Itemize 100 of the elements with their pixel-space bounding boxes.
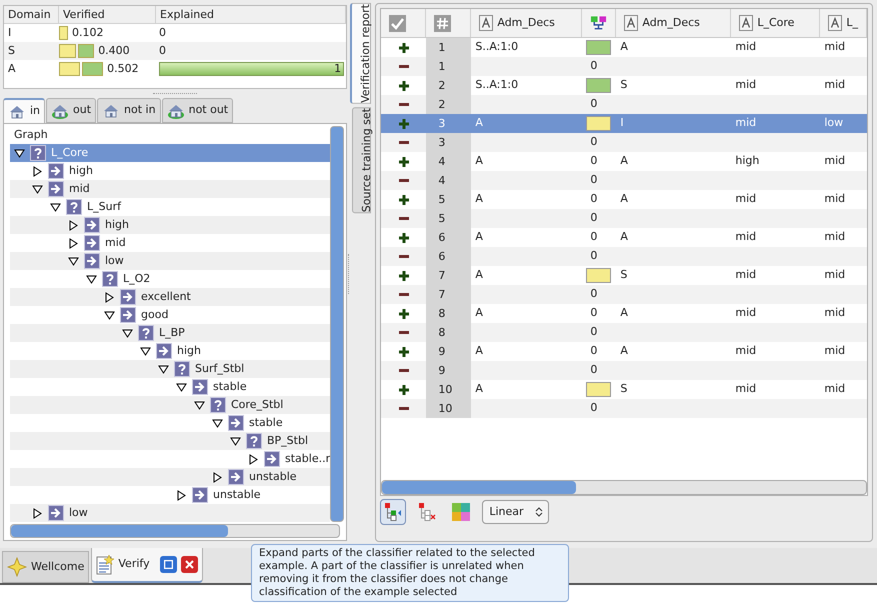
house-icon <box>8 104 26 120</box>
horizontal-scrollbar[interactable] <box>10 524 340 538</box>
report-row[interactable]: 8 0 <box>381 323 867 342</box>
expand-triangle-icon[interactable] <box>104 292 115 302</box>
report-row[interactable]: 1 0 <box>381 57 867 76</box>
column-header[interactable]: Domain <box>4 6 59 23</box>
table-cell: low <box>824 116 844 130</box>
table-cell: S <box>620 78 628 92</box>
collapse-triangle-icon[interactable] <box>158 364 169 374</box>
close-button[interactable] <box>180 556 198 573</box>
table-cell: mid <box>824 230 846 244</box>
collapse-triangle-icon[interactable] <box>104 310 115 320</box>
text-type-icon <box>624 15 638 31</box>
expand-triangle-icon[interactable] <box>176 490 187 500</box>
tree-row[interactable]: mid <box>10 180 330 198</box>
report-row[interactable]: 10 0 <box>381 399 867 418</box>
document-tab[interactable]: Verify <box>91 548 203 583</box>
collapse-triangle-icon[interactable] <box>50 202 61 212</box>
filter-tab[interactable]: not out <box>162 98 234 123</box>
collapse-triangle-icon[interactable] <box>176 382 187 392</box>
collapse-triangle-icon[interactable] <box>194 400 205 410</box>
expand-triangle-icon[interactable] <box>212 472 223 482</box>
tree-label: unstable <box>213 486 261 503</box>
tree-label: L_BP <box>159 324 185 341</box>
side-tab[interactable]: Verification report <box>350 3 372 104</box>
plus-icon <box>398 308 410 320</box>
collapse-triangle-icon[interactable] <box>68 256 79 266</box>
tree-row[interactable]: L_BP <box>10 324 330 342</box>
expand-triangle-icon[interactable] <box>68 238 79 248</box>
table-cell: mid <box>824 306 846 320</box>
tree-row[interactable]: unstable <box>10 468 330 486</box>
tab-label: Verify <box>118 556 150 572</box>
tab-label: Wellcome <box>31 558 84 575</box>
table-cell: A <box>475 306 483 320</box>
filter-tab[interactable]: not in <box>97 98 161 123</box>
table-cell-text: 0 <box>589 229 598 246</box>
tree-label: stable <box>249 414 283 431</box>
table-cell: mid <box>824 268 846 282</box>
tree-row[interactable]: high <box>10 216 330 234</box>
table-cell: mid <box>735 78 756 92</box>
expand-triangle-icon[interactable] <box>32 166 43 176</box>
report-row[interactable]: 4 0 <box>381 171 867 190</box>
tree-row[interactable]: BP_Stbl <box>10 432 330 450</box>
table-cell: S <box>620 268 628 282</box>
plus-icon <box>398 270 410 282</box>
table-cell: S..A:1:0 <box>475 40 518 54</box>
table-cell: 5 <box>426 190 472 209</box>
column-header[interactable]: L_ <box>820 9 867 37</box>
table-cell-text: 3 <box>437 116 446 132</box>
collapse-triangle-icon[interactable] <box>32 184 43 194</box>
collapse-triangle-icon[interactable] <box>122 328 133 338</box>
horizontal-scrollbar[interactable] <box>381 480 867 495</box>
restore-button[interactable] <box>160 556 177 573</box>
column-header[interactable]: Verified <box>59 6 156 23</box>
window-icon <box>164 560 173 569</box>
plus-icon <box>398 118 410 130</box>
expand-triangle-icon[interactable] <box>248 454 259 464</box>
question-mark-icon <box>102 271 118 287</box>
report-row[interactable]: 3 0 <box>381 133 867 152</box>
table-cell: 6 <box>426 228 472 247</box>
plus-icon <box>398 384 410 396</box>
tree-row[interactable]: Core_Stbl <box>10 396 330 414</box>
column-header[interactable]: Explained <box>156 6 346 23</box>
report-row[interactable]: 7 0 <box>381 285 867 304</box>
updown-caret-icon <box>534 506 544 518</box>
column-header[interactable]: Adm_Decs <box>471 9 582 37</box>
vertical-scrollbar[interactable] <box>330 126 344 522</box>
table-cell: A <box>475 230 483 244</box>
toolbar-button[interactable] <box>380 499 406 525</box>
column-header[interactable]: L_Core <box>731 9 820 37</box>
table-cell: mid <box>824 78 846 92</box>
filter-tab[interactable]: in <box>3 98 46 123</box>
table-cell: A <box>475 116 483 130</box>
star-icon <box>7 557 27 577</box>
table-cell-text: 0 <box>589 362 598 378</box>
column-header[interactable]: Adm_Decs <box>616 9 732 37</box>
table-cell: 1 <box>426 57 472 76</box>
collapse-triangle-icon[interactable] <box>230 436 241 446</box>
tree-row[interactable]: Surf_Stbl <box>10 360 330 378</box>
tree-label: excellent <box>141 288 191 305</box>
collapse-triangle-icon[interactable] <box>14 148 25 158</box>
side-tab[interactable]: Source training set <box>352 106 372 214</box>
document-tab[interactable]: Wellcome <box>2 551 90 583</box>
collapse-triangle-icon[interactable] <box>140 346 151 356</box>
expand-triangle-icon[interactable] <box>32 508 43 518</box>
tree-row[interactable]: excellent <box>10 288 330 306</box>
report-row[interactable]: 5 0 <box>381 209 867 228</box>
report-row[interactable]: 6 0 <box>381 247 867 266</box>
collapse-triangle-icon[interactable] <box>212 418 223 428</box>
table-cell: A <box>475 382 483 396</box>
report-row[interactable]: 9 0 <box>381 361 867 380</box>
expand-triangle-icon[interactable] <box>68 220 79 230</box>
mode-select[interactable]: Linear <box>482 500 549 524</box>
question-mark-icon <box>66 199 82 215</box>
tree-row[interactable]: low <box>10 252 330 270</box>
tree-row[interactable]: low <box>10 504 330 522</box>
filter-tab[interactable]: out <box>46 98 96 123</box>
table-cell: mid <box>824 344 846 358</box>
report-row[interactable]: 2 0 <box>381 95 867 114</box>
collapse-triangle-icon[interactable] <box>86 274 97 284</box>
